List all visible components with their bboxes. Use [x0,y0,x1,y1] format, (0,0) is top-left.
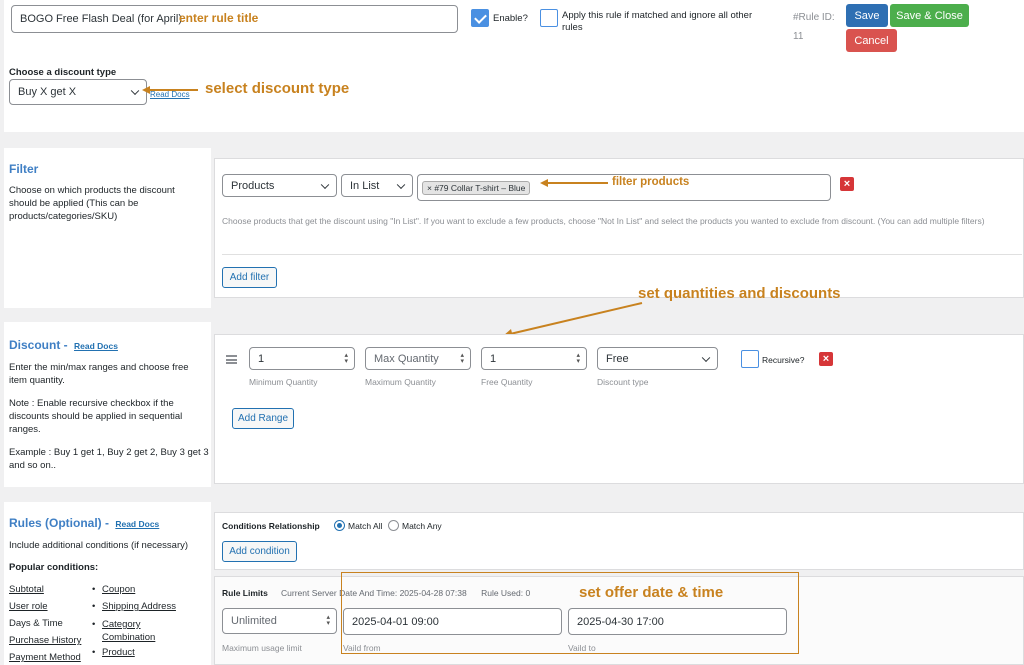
match-all-label: Match All [348,521,383,531]
remove-filter-icon[interactable]: × [840,177,854,191]
filter-title: Filter [9,162,39,176]
usage-limit-value: Unlimited [231,615,277,627]
add-range-button[interactable]: Add Range [232,408,294,429]
free-quantity-label: Free Quantity [481,377,533,387]
rules-title: Rules (Optional) - Read Docs [9,516,159,530]
recursive-checkbox[interactable] [741,350,759,368]
remove-range-icon[interactable]: × [819,352,833,366]
cancel-button[interactable]: Cancel [846,29,897,52]
condition-link-user-role[interactable]: User role [9,601,48,612]
min-quantity-label: Minimum Quantity [249,377,318,387]
apply-exclusive-label: Apply this rule if matched and ignore al… [562,10,753,33]
usage-limit-select[interactable]: Unlimited [222,608,337,634]
discount-type-range-select[interactable]: Free [597,347,718,370]
condition-link-shipping-address[interactable]: Shipping Address [92,601,176,612]
discount-description: Enter the min/max ranges and choose free… [9,362,189,386]
discount-type-range-label: Discount type [597,377,649,387]
max-quantity-placeholder: Max Quantity [374,352,439,365]
min-quantity-value: 1 [258,352,265,365]
discount-title-text: Discount - [9,338,68,352]
enable-checkbox[interactable] [471,9,489,27]
usage-limit-label: Maximum usage limit [222,643,302,653]
free-quantity-value: 1 [490,352,497,365]
date-highlight-box [341,572,799,654]
add-filter-button[interactable]: Add filter [222,267,277,288]
annotation-offer-date: set offer date & time [579,584,724,601]
rules-description: Include additional conditions (if necess… [9,540,189,551]
annotation-rule-title: enter rule title [179,11,259,25]
discount-read-docs-link[interactable]: Read Docs [74,341,118,351]
save-button[interactable]: Save [846,4,888,27]
rule-title-value: BOGO Free Flash Deal (for April) [20,13,182,25]
condition-link-days-time[interactable]: Days & Time [9,618,63,629]
rules-read-docs-link[interactable]: Read Docs [115,519,159,529]
annotation-quantities: set quantities and discounts [638,285,841,302]
match-any-label: Match Any [402,521,442,531]
filter-divider [222,254,1022,255]
discount-type-range-value: Free [606,352,629,365]
max-quantity-input[interactable]: Max Quantity [365,347,471,370]
discount-example: Example : Buy 1 get 1, Buy 2 get 2, Buy … [9,447,209,471]
condition-link-coupon[interactable]: Coupon [92,584,135,595]
discount-type-label: Choose a discount type [9,67,117,78]
condition-link-product[interactable]: Product [92,647,135,658]
annotation-filter-products: filter products [612,176,690,188]
discount-type-value: Buy X get X [18,86,77,98]
condition-link-purchase-history[interactable]: Purchase History [9,635,81,646]
filter-type-value: Products [231,179,275,192]
discount-type-select[interactable]: Buy X get X [9,79,147,105]
enable-label: Enable? [493,13,528,24]
discount-note: Note : Enable recursive checkbox if the … [9,398,183,435]
filter-description: Choose on which products the discount sh… [9,185,175,222]
product-chip[interactable]: × #79 Collar T-shirt – Blue [422,180,531,195]
filter-operator-value: In List [350,179,380,192]
filter-operator-select[interactable]: In List [341,174,413,197]
condition-link-category-combination[interactable]: Category Combination [92,618,172,644]
rule-limits-label: Rule Limits [222,588,268,598]
condition-link-payment-method[interactable]: Payment Method [9,652,81,663]
filter-type-select[interactable]: Products [222,174,337,197]
rules-title-text: Rules (Optional) - [9,516,109,530]
annotation-arrow-filter [540,179,608,187]
match-all-radio[interactable] [334,520,345,531]
max-quantity-label: Maximum Quantity [365,377,436,387]
filter-help-text: Choose products that get the discount us… [222,216,985,226]
min-quantity-input[interactable]: 1 [249,347,355,370]
annotation-discount-type: select discount type [205,80,350,97]
annotation-arrow-discount-type [142,86,198,94]
save-close-button[interactable]: Save & Close [890,4,969,27]
discount-title: Discount - Read Docs [9,338,118,352]
drag-handle-icon[interactable] [226,355,237,364]
recursive-label: Recursive? [762,355,805,365]
conditions-relationship-label: Conditions Relationship [222,521,320,531]
condition-link-subtotal[interactable]: Subtotal [9,584,44,595]
apply-exclusive-checkbox[interactable] [540,9,558,27]
match-any-radio[interactable] [388,520,399,531]
add-condition-button[interactable]: Add condition [222,541,297,562]
rule-id-label: #Rule ID: [793,12,835,23]
rule-id-value: 11 [793,31,804,42]
free-quantity-input[interactable]: 1 [481,347,587,370]
popular-conditions-heading: Popular conditions: [9,562,99,573]
